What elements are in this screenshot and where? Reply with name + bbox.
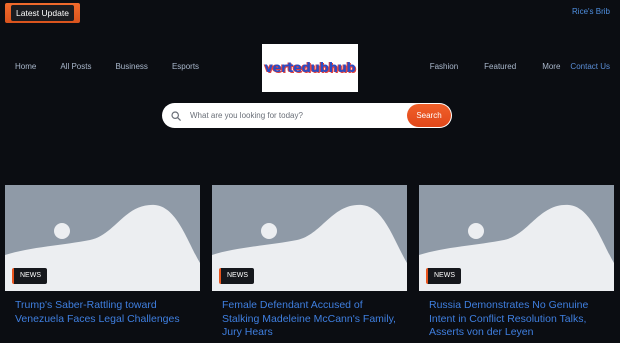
- nav-item-home[interactable]: Home: [15, 62, 36, 71]
- category-badge[interactable]: NEWS: [219, 268, 254, 284]
- category-badge[interactable]: NEWS: [426, 268, 461, 284]
- main-nav-left: Home All Posts Business Esports: [15, 62, 223, 71]
- nav-item-fashion[interactable]: Fashion: [430, 62, 458, 71]
- search-icon: [162, 110, 190, 121]
- search-bar: Search: [162, 103, 452, 128]
- nav-item-contact-us[interactable]: Contact Us: [570, 62, 610, 71]
- latest-update-label: Latest Update: [11, 5, 74, 21]
- site-logo-text: vertedubhub: [264, 60, 356, 76]
- news-ticker[interactable]: Rice's Brib: [572, 7, 610, 16]
- nav-item-all-posts[interactable]: All Posts: [60, 62, 91, 71]
- main-nav-right: Fashion Featured More Contact Us: [404, 62, 610, 71]
- article-thumbnail[interactable]: NEWS: [419, 185, 614, 291]
- article-title[interactable]: Trump's Saber-Rattling toward Venezuela …: [15, 299, 190, 326]
- article-thumbnail[interactable]: NEWS: [212, 185, 407, 291]
- nav-item-business[interactable]: Business: [115, 62, 147, 71]
- article-card[interactable]: NEWS Trump's Saber-Rattling toward Venez…: [5, 185, 200, 343]
- search-button[interactable]: Search: [407, 104, 451, 127]
- article-thumbnail[interactable]: NEWS: [5, 185, 200, 291]
- site-logo[interactable]: vertedubhub: [262, 44, 358, 92]
- latest-update-badge[interactable]: Latest Update: [5, 3, 80, 23]
- article-title[interactable]: Female Defendant Accused of Stalking Mad…: [222, 299, 397, 340]
- category-badge[interactable]: NEWS: [12, 268, 47, 284]
- nav-item-more[interactable]: More: [542, 62, 560, 71]
- article-title[interactable]: Russia Demonstrates No Genuine Intent in…: [429, 299, 604, 340]
- nav-item-featured[interactable]: Featured: [484, 62, 516, 71]
- article-card[interactable]: NEWS Female Defendant Accused of Stalkin…: [212, 185, 407, 343]
- nav-item-esports[interactable]: Esports: [172, 62, 199, 71]
- search-input[interactable]: [190, 111, 407, 120]
- article-card[interactable]: NEWS Russia Demonstrates No Genuine Inte…: [419, 185, 614, 343]
- top-bar: Latest Update Rice's Brib: [0, 0, 620, 24]
